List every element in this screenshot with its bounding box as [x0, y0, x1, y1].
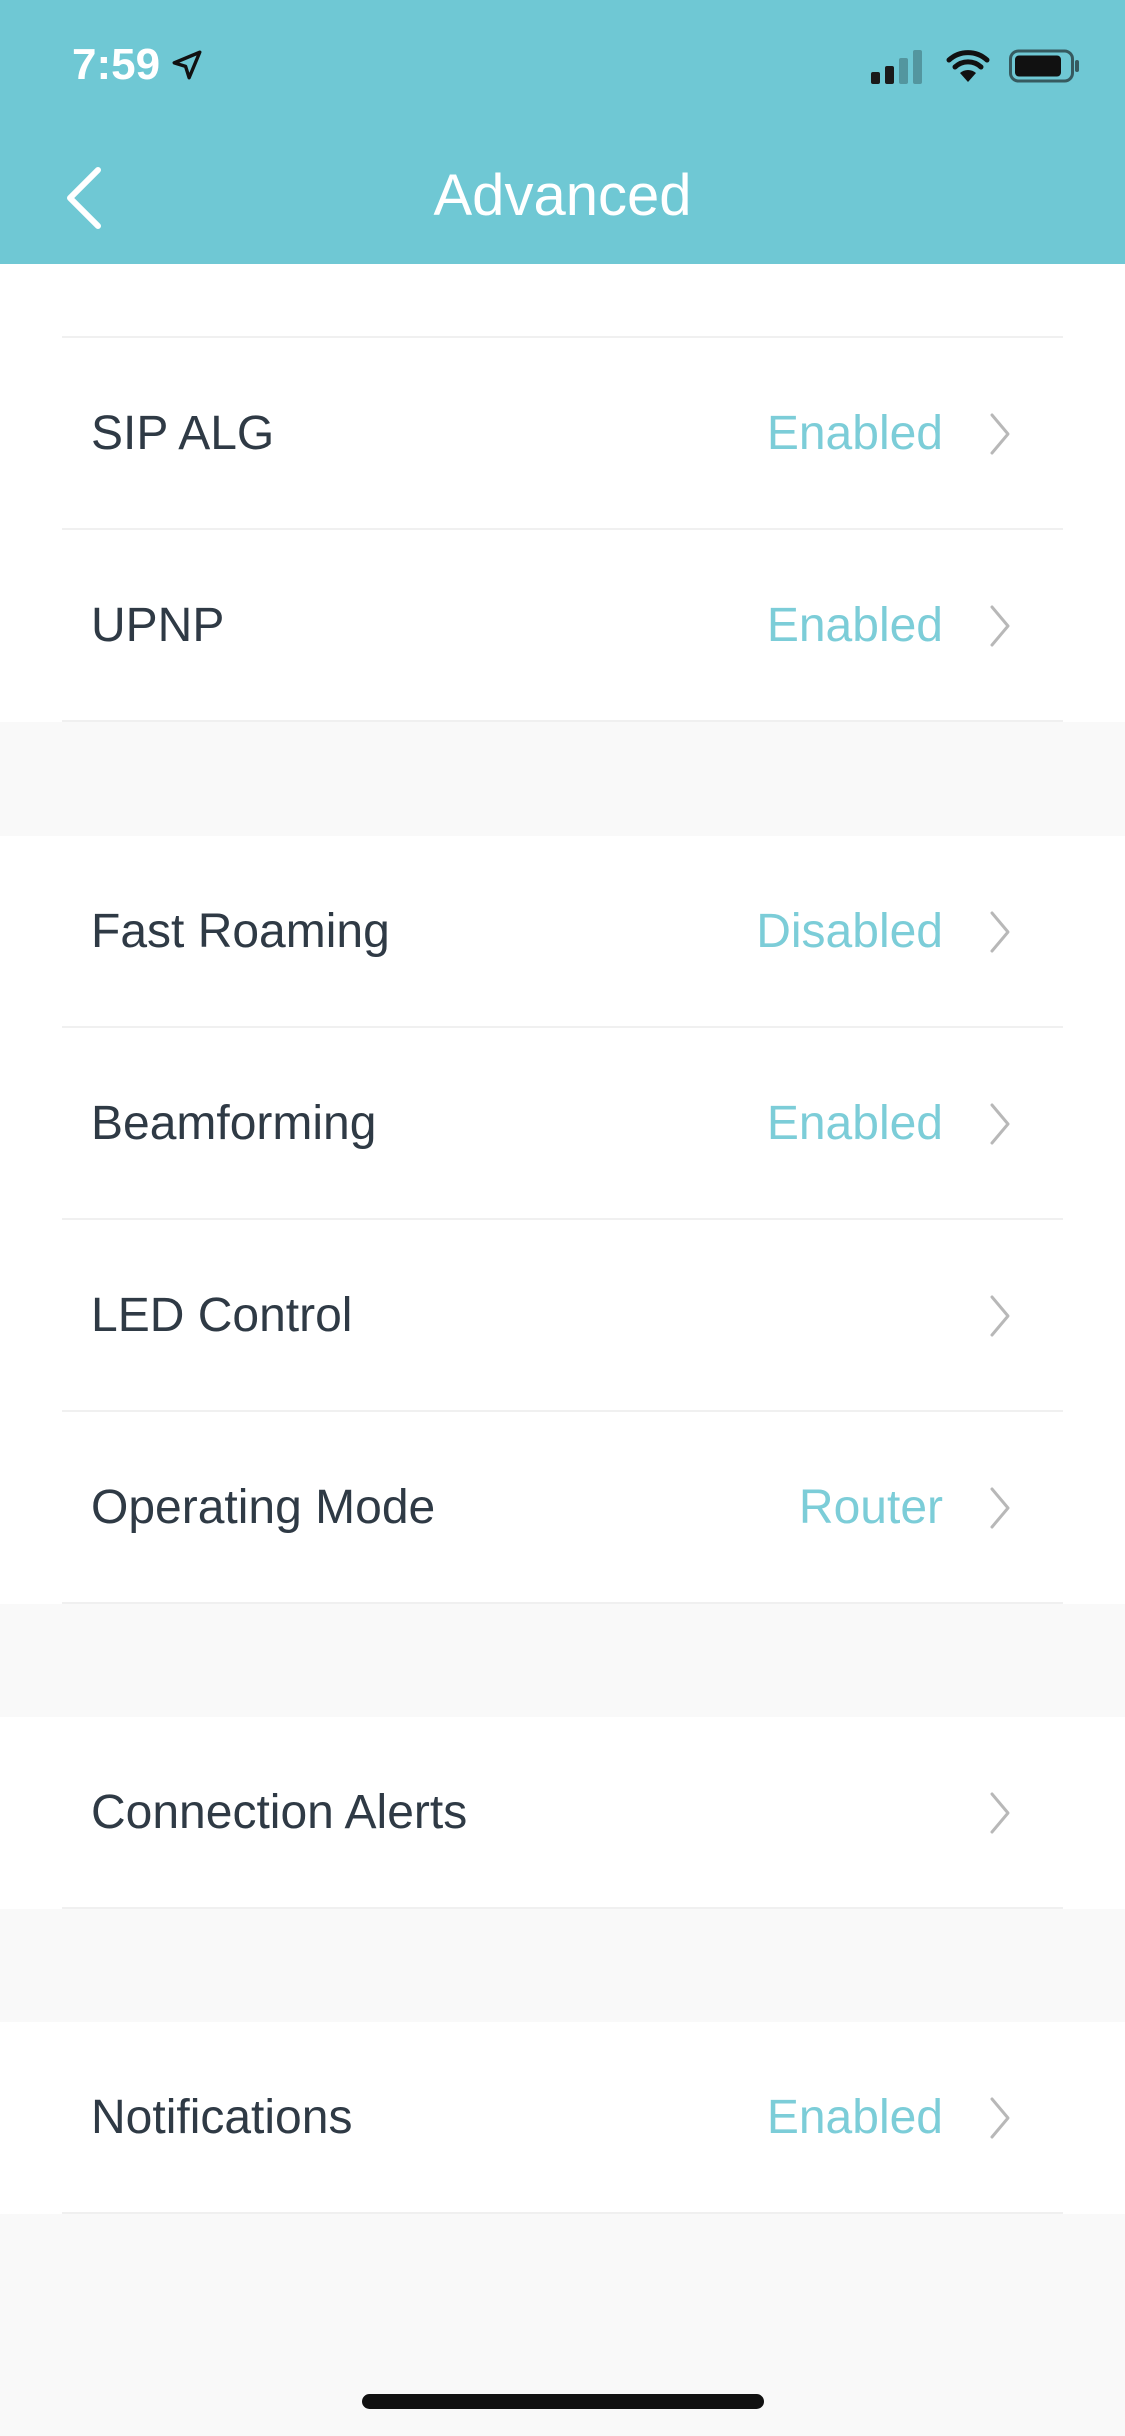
chevron-right-icon [990, 605, 1010, 647]
location-arrow-icon [172, 50, 202, 80]
list-item-beamforming[interactable]: Beamforming Enabled [0, 1028, 1125, 1220]
row-label: LED Control [91, 1289, 353, 1342]
row-value: Enabled [766, 407, 943, 460]
row-label: Notifications [91, 2091, 353, 2144]
row-label: Beamforming [91, 1097, 377, 1150]
row-value: Router [798, 1481, 943, 1534]
row-value: Enabled [766, 1097, 943, 1150]
chevron-right-icon [990, 413, 1010, 455]
row-divider [62, 720, 1063, 722]
chevron-right-icon [990, 911, 1010, 953]
row-value: Disabled [756, 905, 943, 958]
settings-section-3: Connection Alerts [0, 1717, 1125, 1909]
list-item-led-control[interactable]: LED Control [0, 1220, 1125, 1412]
row-label: SIP ALG [91, 407, 275, 460]
nav-header: 7:59 Advanced [0, 0, 1125, 264]
row-value: Enabled [766, 599, 943, 652]
row-label: Operating Mode [91, 1481, 436, 1534]
home-indicator[interactable] [362, 2394, 764, 2409]
row-divider [62, 1602, 1063, 1604]
status-time: 7:59 [72, 40, 204, 90]
chevron-right-icon [990, 1792, 1010, 1834]
chevron-right-icon [990, 1295, 1010, 1337]
page-title: Advanced [433, 163, 692, 228]
settings-section-2: Fast Roaming Disabled Beamforming Enable… [0, 836, 1125, 1604]
row-divider [62, 2212, 1063, 2214]
cellular-signal-icon [871, 48, 927, 84]
settings-section-1: SIP ALG Enabled UPNP Enabled [0, 264, 1125, 722]
list-item-sip-alg[interactable]: SIP ALG Enabled [0, 338, 1125, 530]
row-label: Fast Roaming [91, 905, 390, 958]
list-item-connection-alerts[interactable]: Connection Alerts [0, 1717, 1125, 1909]
row-divider [62, 1907, 1063, 1909]
list-item-notifications[interactable]: Notifications Enabled [0, 2022, 1125, 2214]
settings-section-4: Notifications Enabled [0, 2022, 1125, 2214]
list-item[interactable] [0, 264, 1125, 338]
wifi-icon [946, 50, 990, 82]
chevron-right-icon [990, 1487, 1010, 1529]
row-label: Connection Alerts [91, 1786, 468, 1839]
list-item-operating-mode[interactable]: Operating Mode Router [0, 1412, 1125, 1604]
status-icons [871, 48, 1081, 84]
row-value: Enabled [766, 2091, 943, 2144]
list-item-upnp[interactable]: UPNP Enabled [0, 530, 1125, 722]
status-time-text: 7:59 [72, 40, 161, 89]
list-item-fast-roaming[interactable]: Fast Roaming Disabled [0, 836, 1125, 1028]
chevron-right-icon [990, 2097, 1010, 2139]
chevron-right-icon [990, 1103, 1010, 1145]
battery-icon [1009, 49, 1079, 83]
row-label: UPNP [91, 599, 225, 652]
